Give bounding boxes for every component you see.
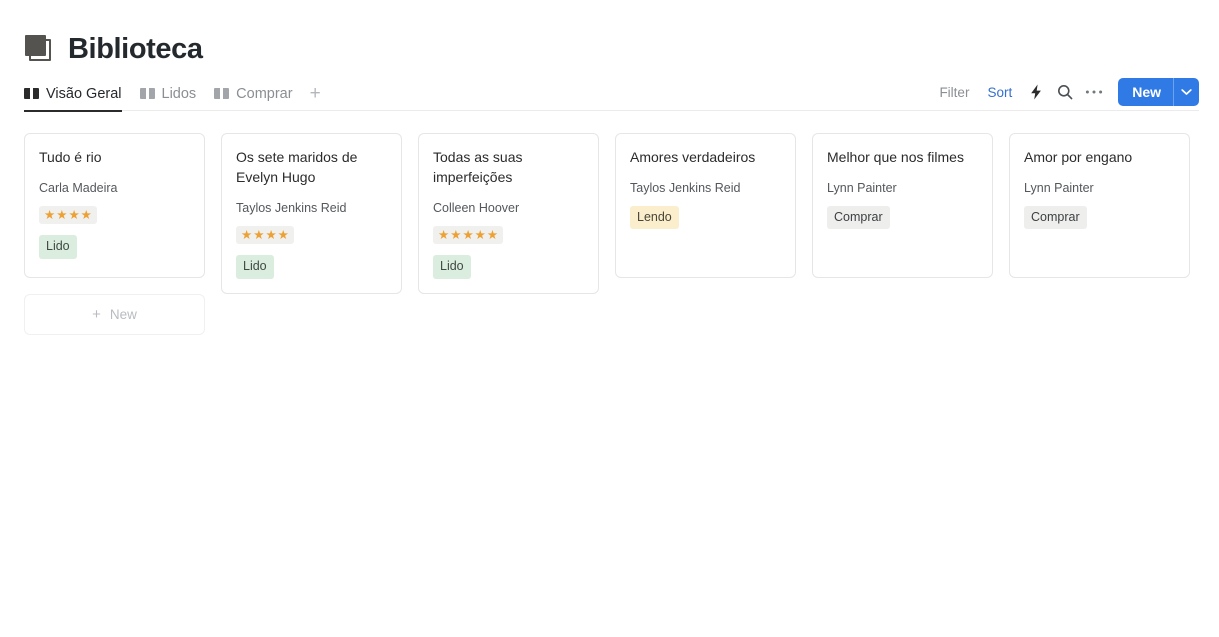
star-icon: ★ (56, 207, 68, 222)
book-card[interactable]: Melhor que nos filmes Lynn Painter Compr… (812, 133, 993, 278)
new-card-label: New (109, 307, 137, 322)
book-title: Os sete maridos de Evelyn Hugo (236, 149, 358, 185)
book-card[interactable]: Os sete maridos de Evelyn Hugo Taylos Je… (221, 133, 402, 294)
star-icon: ★ (277, 227, 289, 242)
board-column: Os sete maridos de Evelyn Hugo Taylos Je… (221, 133, 402, 294)
star-icon: ★ (462, 227, 474, 242)
status-badge[interactable]: Comprar (827, 205, 890, 230)
board-column: Amor por engano Lynn Painter Comprar (1009, 133, 1190, 278)
status-badge[interactable]: Lido (236, 255, 274, 279)
sort-button[interactable]: Sort (978, 80, 1021, 105)
book-author: Carla Madeira (39, 180, 118, 195)
rating-stars[interactable]: ★ ★ ★ ★ ★ (433, 225, 504, 245)
open-book-icon (139, 88, 155, 100)
board-column: Todas as suas imperfeições Colleen Hoove… (418, 133, 599, 294)
board-toolbar: Filter Sort New (930, 78, 1199, 111)
library-board-page: Biblioteca Visão Geral Lidos Comprar + F… (0, 0, 1219, 637)
board-columns: Tudo é rio Carla Madeira ★ ★ ★ ★ Lido + … (0, 111, 1219, 335)
star-icon: ★ (241, 227, 253, 242)
book-title: Melhor que nos filmes (827, 149, 964, 165)
open-book-icon (214, 88, 230, 100)
status-badge[interactable]: Lendo (630, 205, 679, 230)
open-book-icon (24, 88, 39, 100)
tab-list: Visão Geral Lidos Comprar + (24, 84, 329, 112)
tab-comprar[interactable]: Comprar (205, 86, 301, 111)
book-title: Tudo é rio (39, 149, 102, 165)
book-author: Lynn Painter (827, 180, 897, 195)
lightning-bolt-icon[interactable] (1021, 79, 1050, 105)
board-column: Tudo é rio Carla Madeira ★ ★ ★ ★ Lido + … (24, 133, 205, 335)
book-author: Lynn Painter (1024, 180, 1094, 195)
new-button[interactable]: New (1118, 78, 1199, 106)
book-author: Colleen Hoover (433, 200, 520, 215)
star-icon: ★ (80, 207, 92, 222)
status-badge[interactable]: Lido (39, 235, 77, 259)
book-card[interactable]: Amor por engano Lynn Painter Comprar (1009, 133, 1190, 278)
page-header: Biblioteca (0, 0, 1219, 65)
book-card[interactable]: Amores verdadeiros Taylos Jenkins Reid L… (615, 133, 796, 278)
tab-label: Visão Geral (46, 86, 122, 102)
chevron-down-icon[interactable] (1174, 78, 1199, 106)
closed-book-icon (24, 34, 54, 64)
star-icon: ★ (253, 227, 265, 242)
status-badge[interactable]: Lido (433, 255, 471, 279)
book-author: Taylos Jenkins Reid (236, 200, 347, 215)
new-button-label: New (1132, 84, 1161, 100)
tab-label: Lidos (161, 86, 197, 102)
add-view-button[interactable]: + (302, 84, 329, 111)
book-title: Amor por engano (1024, 149, 1133, 165)
rating-stars[interactable]: ★ ★ ★ ★ (39, 205, 97, 225)
new-card-button[interactable]: + New (24, 294, 205, 335)
book-author: Taylos Jenkins Reid (630, 180, 741, 195)
plus-icon: + (92, 306, 101, 323)
status-badge[interactable]: Comprar (1024, 205, 1087, 230)
book-title: Todas as suas imperfeições (433, 149, 523, 185)
star-icon: ★ (265, 227, 277, 242)
filter-button[interactable]: Filter (930, 80, 978, 105)
star-icon: ★ (474, 227, 486, 242)
tab-visao-geral[interactable]: Visão Geral (24, 86, 131, 112)
tab-bar: Visão Geral Lidos Comprar + Filter Sort (0, 76, 1219, 112)
book-card[interactable]: Todas as suas imperfeições Colleen Hoove… (418, 133, 599, 294)
star-icon: ★ (450, 227, 462, 242)
board-column: Melhor que nos filmes Lynn Painter Compr… (812, 133, 993, 278)
tab-label: Comprar (236, 86, 293, 102)
star-icon: ★ (68, 207, 80, 222)
book-title: Amores verdadeiros (630, 149, 756, 165)
book-card[interactable]: Tudo é rio Carla Madeira ★ ★ ★ ★ Lido (24, 133, 205, 278)
tab-lidos[interactable]: Lidos (131, 86, 206, 111)
star-icon: ★ (44, 207, 56, 222)
rating-stars[interactable]: ★ ★ ★ ★ (236, 225, 294, 245)
page-title: Biblioteca (68, 32, 203, 65)
ellipsis-icon[interactable] (1079, 79, 1108, 105)
star-icon: ★ (438, 227, 450, 242)
star-icon: ★ (486, 227, 499, 242)
search-icon[interactable] (1050, 79, 1079, 105)
board-column: Amores verdadeiros Taylos Jenkins Reid L… (615, 133, 796, 278)
